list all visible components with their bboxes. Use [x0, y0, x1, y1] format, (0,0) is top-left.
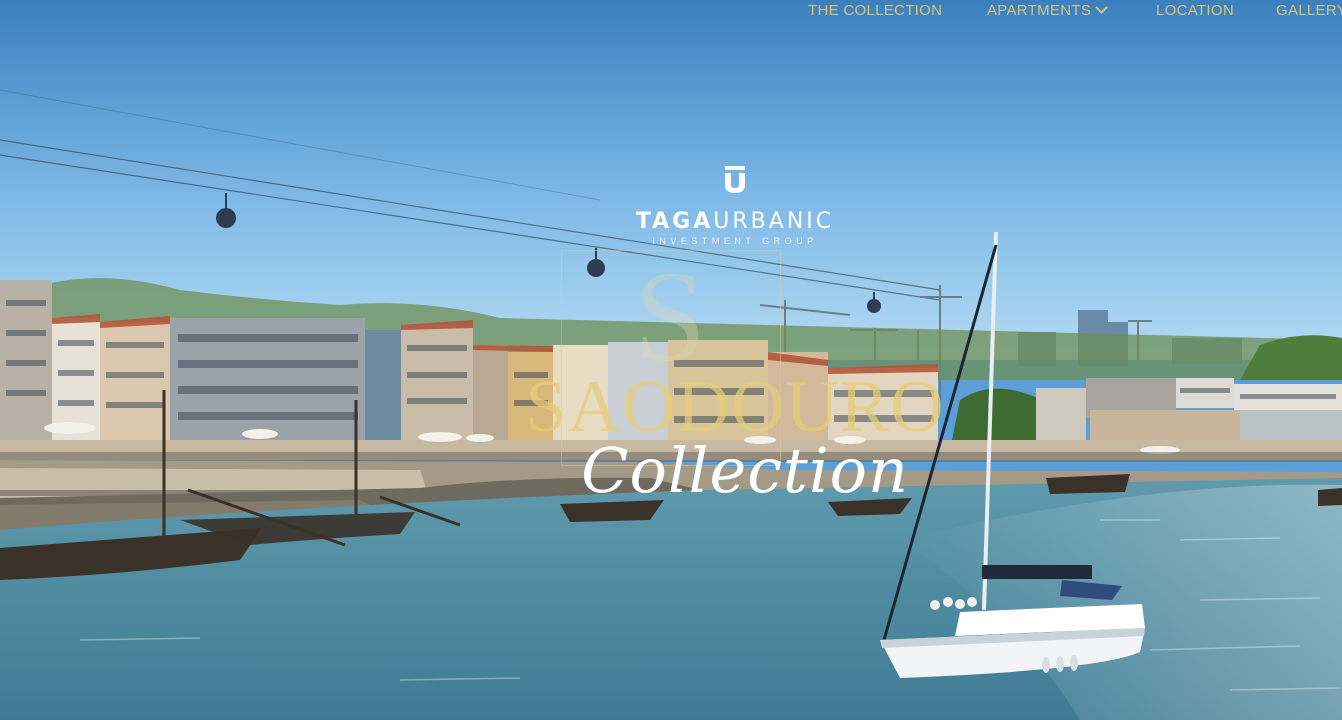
logo-wordmark: TAGAURBANIC: [560, 209, 910, 234]
logo-name-regular: URBANIC: [713, 209, 835, 234]
nav-location[interactable]: LOCATION: [1156, 0, 1234, 22]
nav-gallery-label: GALLERY: [1276, 2, 1342, 19]
logo-subtitle: INVESTMENT GROUP: [652, 236, 818, 246]
nav-the-collection[interactable]: THE COLLECTION: [808, 0, 942, 22]
brand-name: SAODOURO: [525, 366, 945, 448]
nav-location-label: LOCATION: [1156, 2, 1234, 19]
top-navigation: THE COLLECTION APARTMENTS LOCATION GALLE…: [800, 0, 1342, 22]
nav-apartments[interactable]: APARTMENTS: [987, 0, 1109, 22]
hero-banner: THE COLLECTION APARTMENTS LOCATION GALLE…: [0, 0, 1342, 720]
brand-monogram: S: [633, 245, 707, 389]
taga-urbanic-logo[interactable]: TAGAURBANIC INVESTMENT GROUP: [560, 160, 910, 246]
brand-script-collection: Collection: [581, 434, 909, 507]
logo-name-bold: TAGA: [635, 209, 714, 234]
tu-monogram-icon: [725, 166, 745, 193]
nav-apartments-label: APARTMENTS: [987, 2, 1092, 19]
nav-gallery[interactable]: GALLERY: [1276, 0, 1342, 22]
chevron-down-icon: [1095, 1, 1109, 14]
nav-the-collection-label: THE COLLECTION: [808, 2, 943, 19]
